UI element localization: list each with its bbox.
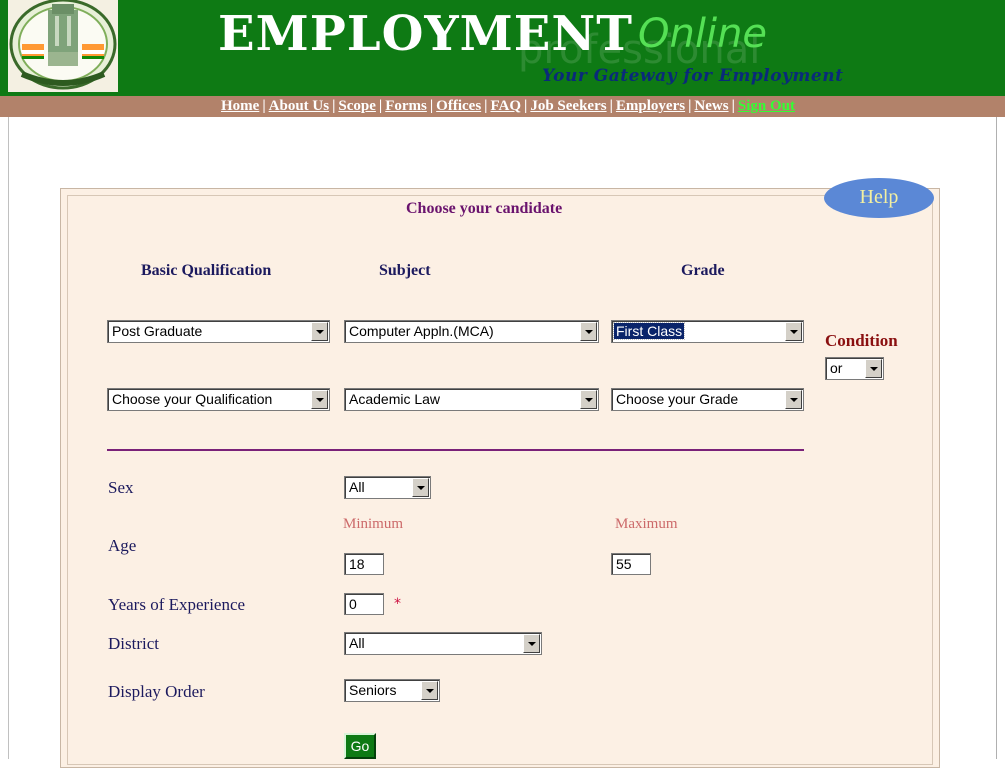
nav-separator: |: [332, 98, 336, 114]
subject-select-1[interactable]: Computer Appln.(MCA): [344, 320, 599, 343]
chevron-down-icon[interactable]: [580, 390, 597, 409]
age-minimum-input[interactable]: 18: [344, 553, 384, 575]
district-select-value: All: [349, 635, 365, 651]
column-heading-subject: Subject: [379, 262, 431, 279]
qualification-select-1[interactable]: Post Graduate: [107, 320, 330, 343]
frame-right-edge: [996, 117, 997, 759]
display-order-select[interactable]: Seniors: [344, 679, 440, 702]
nav-separator: |: [378, 98, 383, 114]
nav-link-job-seekers[interactable]: Job Seekers: [530, 98, 606, 114]
chevron-down-icon[interactable]: [523, 634, 540, 653]
nav-separator: |: [262, 98, 266, 114]
age-maximum-label: Maximum: [615, 516, 678, 532]
condition-select[interactable]: or: [825, 357, 884, 380]
site-title-accent: Online: [638, 11, 768, 57]
nav-link-news[interactable]: News: [694, 98, 728, 114]
help-button[interactable]: Help: [824, 178, 934, 218]
nav-separator: |: [609, 98, 613, 114]
age-maximum-input[interactable]: 55: [611, 553, 651, 575]
display-order-label: Display Order: [108, 682, 205, 701]
subject-select-1-value: Computer Appln.(MCA): [349, 323, 494, 339]
required-asterisk: *: [394, 596, 401, 612]
nav-separator: |: [524, 98, 528, 114]
age-minimum-value: 18: [349, 556, 365, 572]
grade-select-2[interactable]: Choose your Grade: [611, 388, 804, 411]
subject-select-2-value: Academic Law: [349, 391, 441, 407]
nav-link-scope[interactable]: Scope: [338, 98, 376, 114]
state-emblem-logo: [8, 0, 118, 92]
go-button[interactable]: Go: [344, 733, 376, 759]
condition-select-value: or: [830, 360, 843, 376]
chevron-down-icon[interactable]: [412, 478, 429, 497]
nav-link-home[interactable]: Home: [221, 98, 259, 114]
chevron-down-icon[interactable]: [785, 390, 802, 409]
column-heading-grade: Grade: [681, 262, 725, 279]
nav-link-about-us[interactable]: About Us: [269, 98, 329, 114]
nav-separator: |: [688, 98, 692, 114]
condition-label: Condition: [825, 331, 898, 350]
nav-separator: |: [731, 98, 735, 114]
nav-link-sign-out[interactable]: Sign Out: [738, 98, 795, 114]
experience-input[interactable]: 0: [344, 593, 384, 615]
chevron-down-icon[interactable]: [580, 322, 597, 341]
district-label: District: [108, 634, 159, 653]
display-order-select-value: Seniors: [349, 682, 397, 698]
nav-separator: |: [429, 98, 434, 114]
grade-select-2-value: Choose your Grade: [616, 391, 739, 407]
chevron-down-icon[interactable]: [785, 322, 802, 341]
qualification-select-2[interactable]: Choose your Qualification: [107, 388, 330, 411]
nav-link-offices[interactable]: Offices: [436, 98, 481, 114]
chevron-down-icon[interactable]: [421, 681, 438, 700]
age-minimum-label: Minimum: [343, 516, 404, 532]
nav-link-forms[interactable]: Forms: [385, 98, 427, 114]
frame-left-edge: [8, 117, 9, 759]
experience-value: 0: [349, 596, 357, 612]
column-heading-qualification: Basic Qualification: [141, 262, 272, 279]
sex-label: Sex: [108, 478, 134, 497]
grade-select-1[interactable]: First Class: [611, 320, 804, 343]
site-tagline: Your Gateway for Employment: [542, 66, 844, 86]
chevron-down-icon[interactable]: [311, 322, 328, 341]
qualification-select-2-value: Choose your Qualification: [112, 391, 273, 407]
age-label: Age: [108, 536, 137, 555]
nav-link-employers[interactable]: Employers: [616, 98, 685, 114]
chevron-down-icon[interactable]: [865, 359, 882, 378]
subject-select-2[interactable]: Academic Law: [344, 388, 599, 411]
sex-select-value: All: [349, 479, 365, 495]
panel-title: Choose your candidate: [406, 200, 563, 217]
district-select[interactable]: All: [344, 632, 542, 655]
grade-select-1-value: First Class: [612, 322, 686, 340]
nav-links: Home | About Us | Scope | Forms | Offices | FAQ | Jo…: [221, 97, 795, 116]
sex-select[interactable]: All: [344, 476, 431, 499]
age-maximum-value: 55: [616, 556, 632, 572]
nav-link-faq[interactable]: FAQ: [490, 98, 521, 114]
scrollbar-track[interactable]: [999, 117, 1005, 759]
search-panel-inner: [67, 195, 933, 765]
section-divider: [107, 449, 804, 451]
chevron-down-icon[interactable]: [311, 390, 328, 409]
site-title: EMPLOYMENT: [218, 6, 633, 62]
experience-label: Years of Experience: [108, 595, 246, 614]
qualification-select-1-value: Post Graduate: [112, 323, 203, 339]
